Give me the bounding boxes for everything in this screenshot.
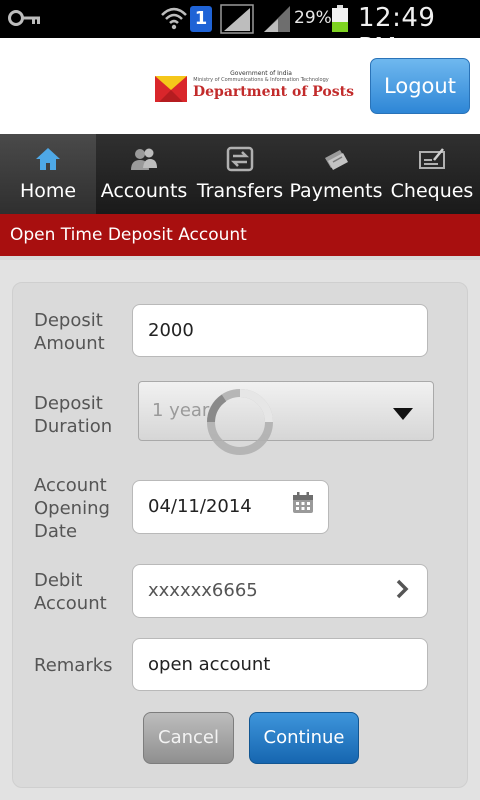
- logo-gov-line: Government of India: [230, 70, 292, 77]
- nav-label: Accounts: [100, 180, 188, 202]
- signal-icon-secondary: [264, 6, 290, 32]
- deposit-duration-label: Deposit Duration: [34, 393, 113, 437]
- calendar-icon[interactable]: [291, 491, 315, 515]
- nav-item-cheques[interactable]: Cheques: [384, 134, 480, 214]
- logo-dept-name: Department of Posts: [193, 84, 354, 100]
- home-icon: [36, 148, 60, 170]
- opening-date-label: Account Opening Date: [34, 475, 110, 542]
- envelope-logo-icon: [155, 76, 187, 102]
- opening-date-input[interactable]: 04/11/2014: [132, 480, 329, 534]
- deposit-amount-label: Deposit Amount: [34, 310, 105, 354]
- payments-icon: [325, 150, 348, 170]
- remarks-label: Remarks: [34, 655, 113, 676]
- wifi-icon: [161, 7, 187, 30]
- debit-account-value: xxxxxx6665: [148, 580, 258, 601]
- remarks-input[interactable]: open account: [132, 638, 428, 691]
- nav-label: Transfers: [196, 180, 284, 202]
- department-logo: Government of India Ministry of Communic…: [155, 70, 354, 110]
- transfer-icon: [226, 146, 254, 172]
- page-title: Open Time Deposit Account: [0, 214, 480, 260]
- nav-label: Home: [19, 180, 77, 202]
- cancel-button[interactable]: Cancel: [143, 712, 234, 764]
- debit-account-label: Debit Account: [34, 570, 107, 614]
- status-bar: 1 29% 12:49 PM: [0, 0, 480, 63]
- opening-date-value: 04/11/2014: [148, 496, 252, 517]
- users-icon: [131, 148, 157, 170]
- continue-button[interactable]: Continue: [249, 712, 359, 764]
- battery-icon: [332, 5, 348, 32]
- nav-item-payments[interactable]: Payments: [288, 134, 384, 214]
- app-header: Government of India Ministry of Communic…: [0, 38, 480, 134]
- nav-item-home[interactable]: Home: [0, 134, 96, 214]
- nav-label: Payments: [289, 180, 383, 202]
- nav-label: Cheques: [390, 180, 474, 202]
- nav-item-accounts[interactable]: Accounts: [96, 134, 192, 214]
- debit-account-select[interactable]: xxxxxx6665: [132, 564, 428, 618]
- signal-icon: [220, 4, 254, 34]
- key-icon: [8, 10, 40, 26]
- notification-badge: 1: [190, 6, 212, 32]
- deposit-duration-select[interactable]: 1 year: [138, 381, 434, 441]
- deposit-duration-value: 1 year: [152, 400, 210, 421]
- deposit-amount-input[interactable]: 2000: [132, 304, 428, 357]
- nav-item-transfers[interactable]: Transfers: [192, 134, 288, 214]
- loading-spinner-icon: [207, 389, 273, 455]
- dropdown-caret-icon: [393, 408, 413, 420]
- chevron-right-icon: [396, 579, 409, 599]
- battery-percent: 29%: [294, 8, 332, 28]
- cheque-icon: [419, 148, 445, 169]
- logout-button[interactable]: Logout: [370, 58, 470, 114]
- logo-ministry-line: Ministry of Communications & Information…: [193, 77, 329, 83]
- main-nav: Home Accounts Transfers Payments Cheques: [0, 134, 480, 214]
